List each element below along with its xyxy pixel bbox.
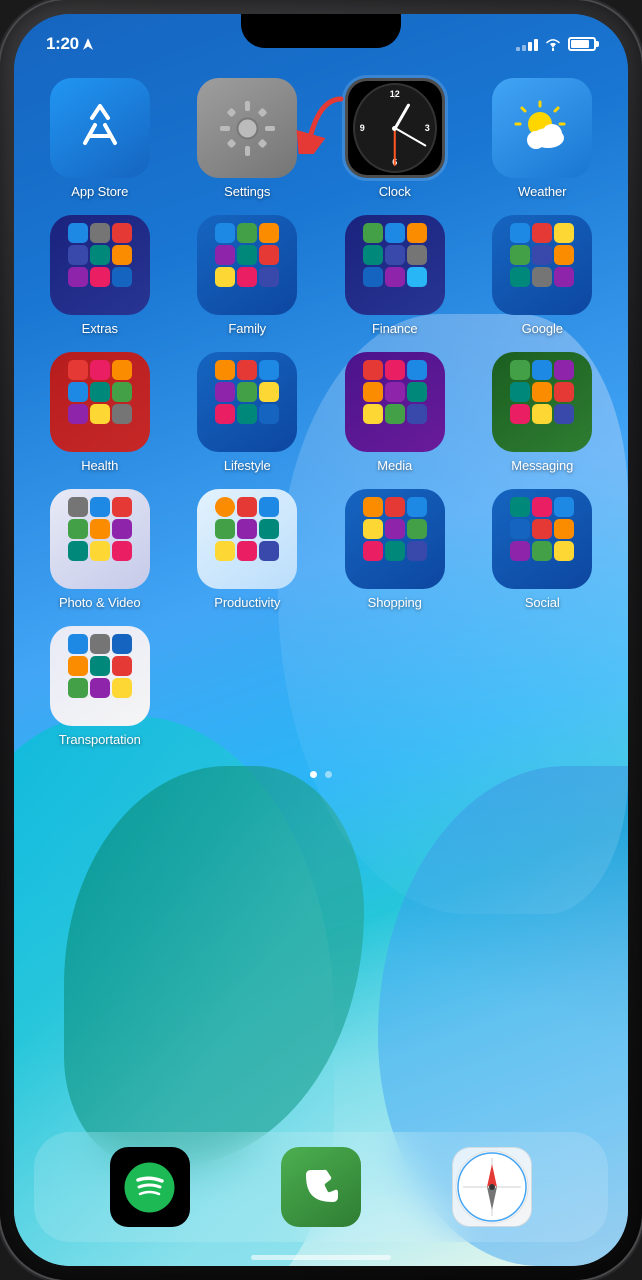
shopping-item[interactable]: Shopping [329,489,461,610]
battery-icon [568,37,596,51]
family-item[interactable]: Family [182,215,314,336]
productivity-label: Productivity [214,595,280,610]
productivity-icon [197,489,297,589]
weather-item[interactable]: Weather [477,78,609,199]
weather-icon [492,78,592,178]
health-item[interactable]: Health [34,352,166,473]
clock-label: Clock [379,184,411,199]
dock [34,1132,608,1242]
notch [241,14,401,48]
messaging-label: Messaging [511,458,573,473]
google-icon [492,215,592,315]
productivity-item[interactable]: Productivity [182,489,314,610]
phone-dock-icon [281,1147,361,1227]
page-dot-2[interactable] [325,771,332,778]
social-label: Social [525,595,560,610]
weather-label: Weather [518,184,566,199]
finance-icon [345,215,445,315]
status-time: 1:20 [46,34,79,54]
phone-screen: 1:20 [14,14,628,1266]
home-indicator[interactable] [251,1255,391,1260]
family-icon [197,215,297,315]
messaging-item[interactable]: Messaging [477,352,609,473]
extras-item[interactable]: Extras [34,215,166,336]
social-icon [492,489,592,589]
shopping-icon [345,489,445,589]
page-dots [14,763,628,786]
photo-video-icon [50,489,150,589]
health-icon [50,352,150,452]
family-label: Family [228,321,266,336]
transportation-item[interactable]: Transportation [34,626,166,747]
health-label: Health [81,458,118,473]
settings-label: Settings [224,184,270,199]
app-store-icon [50,78,150,178]
app-store-label: App Store [71,184,128,199]
signal-icon [516,37,538,51]
page-dot-1[interactable] [310,771,317,778]
media-label: Media [377,458,412,473]
finance-label: Finance [372,321,418,336]
finance-item[interactable]: Finance [329,215,461,336]
social-item[interactable]: Social [477,489,609,610]
photo-video-item[interactable]: Photo & Video [34,489,166,610]
safari-dock-item[interactable] [452,1147,532,1227]
lifestyle-item[interactable]: Lifestyle [182,352,314,473]
phone-frame: 1:20 [0,0,642,1280]
status-icons [516,37,596,51]
red-arrow [291,94,351,154]
location-arrow-icon [83,38,93,50]
shopping-label: Shopping [368,595,422,610]
extras-icon [50,215,150,315]
safari-dock-icon [452,1147,532,1227]
photo-video-label: Photo & Video [59,595,141,610]
app-store-item[interactable]: App Store [34,78,166,199]
phone-dock-item[interactable] [281,1147,361,1227]
lifestyle-icon [197,352,297,452]
spotify-dock-icon [110,1147,190,1227]
spotify-dock-item[interactable] [110,1147,190,1227]
wifi-icon [544,37,562,51]
media-item[interactable]: Media [329,352,461,473]
extras-label: Extras [82,321,118,336]
media-icon [345,352,445,452]
app-grid: App Store [14,70,628,763]
lifestyle-label: Lifestyle [224,458,271,473]
google-label: Google [522,321,563,336]
clock-icon: 12 3 6 9 [345,78,445,178]
transportation-label: Transportation [59,732,141,747]
messaging-icon [492,352,592,452]
google-item[interactable]: Google [477,215,609,336]
transportation-icon [50,626,150,726]
settings-icon [197,78,297,178]
